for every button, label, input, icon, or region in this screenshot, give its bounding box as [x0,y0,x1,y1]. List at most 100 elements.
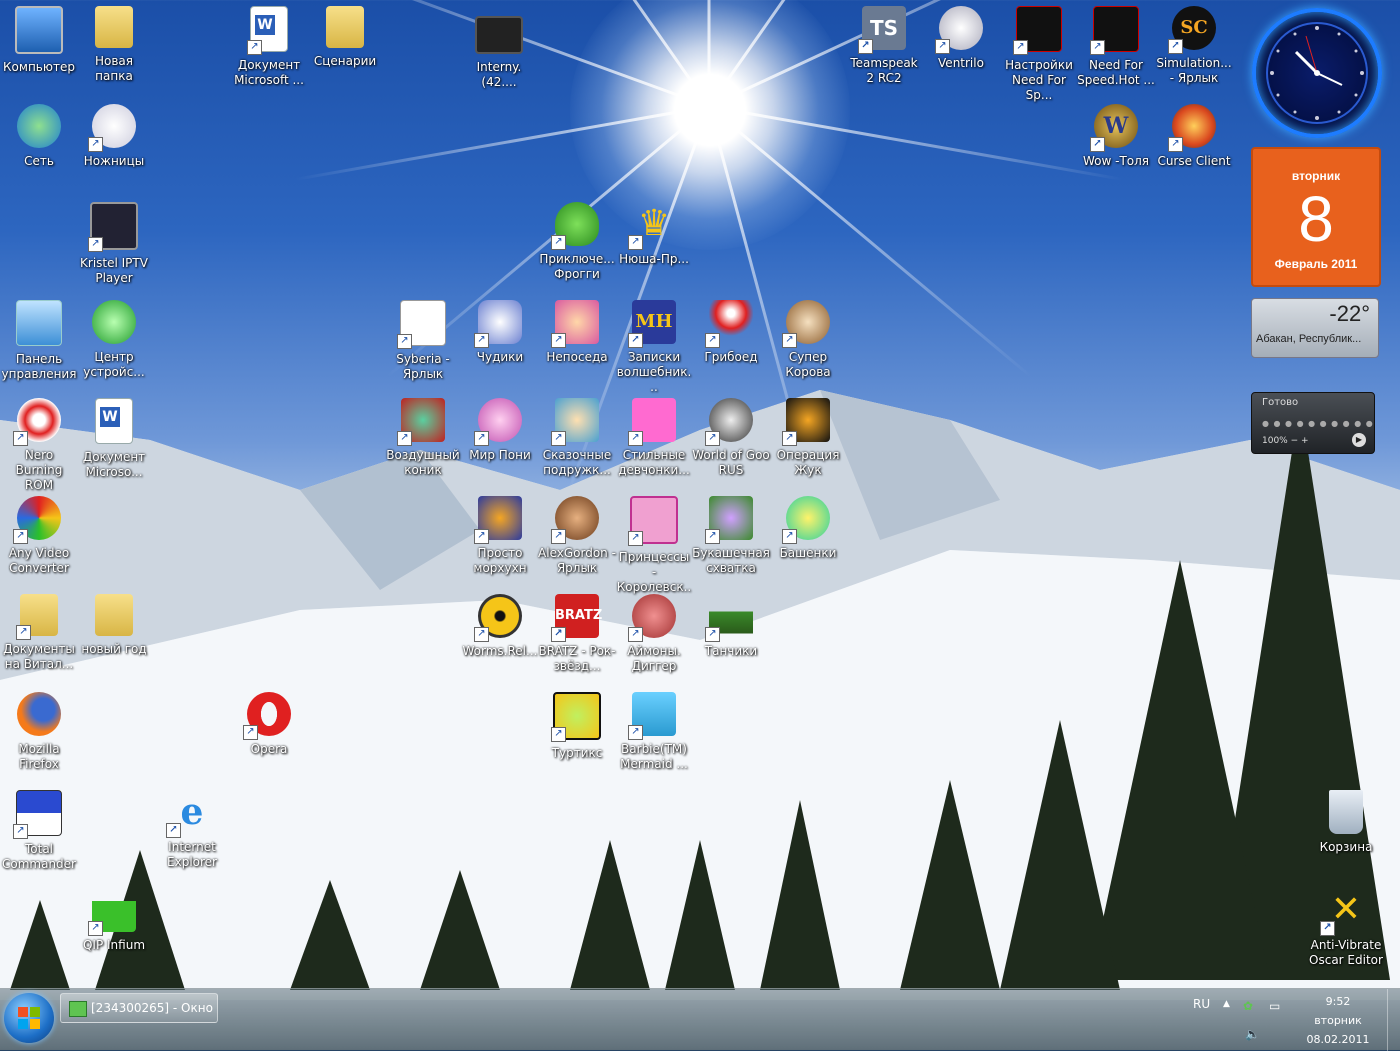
desktop-icon-documents[interactable]: ↗ Документы на Витал... [0,594,78,672]
tray-clock[interactable]: 9:52 вторник 08.02.2011 [1297,992,1379,1049]
media-player-gadget[interactable]: Готово ● ● ● ● ● ● ● ● ● ● 100% − + ▶ [1251,392,1375,454]
tray-app-icon[interactable]: ✿ [1243,999,1253,1013]
desktop-icon-curse[interactable]: ↗ Curse Client [1155,104,1233,169]
icon-label: Mozilla Firefox [18,742,60,771]
icon-label: Need For Speed.Hot ... [1077,58,1155,87]
taskbar-window-button[interactable]: [234300265] - Окно с... [60,993,218,1023]
desktop-icon-nyusha[interactable]: ♛ ↗ Нюша-Пр... [615,202,693,267]
desktop-icon-control-panel[interactable]: Панель управления [0,300,78,382]
desktop-icon-center[interactable]: Центр устройс... [75,300,153,380]
word-document-icon [95,398,133,444]
desktop-icon-pony[interactable]: ↗ Мир Пони [461,398,539,463]
desktop-icon-fairy[interactable]: ↗ Сказочные подружк... [538,398,616,478]
icon-label: Ventrilo [938,56,984,70]
icon-label: Opera [250,742,288,756]
desktop-icon-aimon[interactable]: ↗ Аймоны. Диггер [615,594,693,674]
desktop-icon-teamspeak[interactable]: TS ↗ Teamspeak 2 RC2 [845,6,923,86]
tower-icon: ↗ [782,496,830,544]
player-status: Готово [1262,397,1299,408]
desktop-icon-anti-vibrate[interactable]: ✕ ↗ Anti-Vibrate Oscar Editor [1307,888,1385,968]
desktop-icon-wow[interactable]: W ↗ Wow -Толя [1077,104,1155,169]
desktop-icon-neposeda[interactable]: ↗ Непоседа [538,300,616,365]
icon-label: Панель управления [1,352,77,381]
icon-label: Непоседа [546,350,608,364]
icon-label: Документы на Витал... [3,642,75,671]
icon-label: Приключе... Фрогги [539,252,615,281]
desktop-icon-ie[interactable]: e ↗ Internet Explorer [153,790,231,870]
show-hidden-icons-icon[interactable]: ▲ [1223,999,1230,1009]
icon-label: Записки волшебник... [616,350,692,394]
desktop-icon-barbie[interactable]: ↗ Barbie(TM) Mermaid ... [615,692,693,772]
desktop-icon-syberia[interactable]: ↗ Syberia - Ярлык [384,300,462,382]
desktop-icon-recycle-bin[interactable]: Корзина [1307,790,1385,855]
desktop-icon-new-year[interactable]: новый год [75,594,153,657]
show-desktop-button[interactable] [1387,989,1400,1051]
player-volume[interactable]: 100% − + [1262,436,1309,446]
desktop-icon-girls[interactable]: ↗ Стильные девчонки... [615,398,693,478]
floppy-disk-icon: ↗ [13,790,62,839]
icon-label: Teamspeak 2 RC2 [850,56,918,85]
desktop-icon-opera[interactable]: ↗ Opera [230,692,308,757]
desktop-icon-worms[interactable]: ↗ Worms.Rel... [461,594,539,659]
tv-monitor-icon: ↗ [88,202,138,252]
icon-label: Нюша-Пр... [619,252,689,266]
desktop-icon-world-of-goo[interactable]: ↗ World of Goo RUS [692,398,770,478]
desktop-icon-froggy[interactable]: ↗ Приключе... Фрогги [538,202,616,282]
desktop-icon-griboed[interactable]: ↗ Грибоед [692,300,770,365]
desktop-icon-chudiki[interactable]: ↗ Чудики [461,300,539,365]
desktop-icon-super-cow[interactable]: ↗ Супер Корова [769,300,847,380]
icon-label: Total Commander [2,842,76,871]
desktop-icon-qip[interactable]: ↗ QIP Infium [75,888,153,953]
desktop-icon-zapiski[interactable]: MH ↗ Записки волшебник... [615,300,693,395]
desktop-icon-document-2[interactable]: Документ Microso... [75,398,153,480]
desktop-icon-firefox[interactable]: Mozilla Firefox [0,692,78,772]
desktop-icon-princess[interactable]: ↗ Принцессы - Королевск... [615,496,693,610]
desktop-icon-computer[interactable]: Компьютер [0,6,78,75]
desktop-icon-turtix[interactable]: ↗ Туртикс [538,692,616,761]
tray-date: 08.02.2011 [1306,1033,1370,1046]
folder-icon [95,6,133,48]
desktop-icon-network[interactable]: Сеть [0,104,78,169]
desktop-icon-interny[interactable]: Interny.(42.... [460,6,538,90]
desktop-icon-nfs-hot[interactable]: ↗ Need For Speed.Hot ... [1077,6,1155,88]
desktop-icon-beetle-op[interactable]: ↗ Операция Жук [769,398,847,478]
icon-label: Any Video Converter [8,546,70,575]
play-icon[interactable]: ▶ [1352,433,1366,447]
desktop-icon-scenarios[interactable]: Сценарии [306,6,384,69]
desktop-icon-any-video[interactable]: ↗ Any Video Converter [0,496,78,576]
desktop-icon-balloon-horse[interactable]: ↗ Воздушный коник [384,398,462,478]
recycle-bin-icon [1329,790,1363,834]
icon-label: Центр устройс... [83,350,145,379]
weather-gadget[interactable]: -22° Абакан, Республик... [1251,298,1379,358]
scissors-icon: ↗ [88,104,136,152]
icon-label: Curse Client [1157,154,1231,168]
desktop-icon-bratz[interactable]: BRATZ ↗ BRATZ - Рок-звёзд... [538,594,616,674]
tray-weekday: вторник [1314,1014,1362,1027]
desktop-icon-ventrilo[interactable]: ↗ Ventrilo [922,6,1000,71]
clock-gadget[interactable] [1252,8,1382,138]
icon-label: Ножницы [83,154,145,168]
qip-icon: ↗ [88,888,136,936]
speaker-icon[interactable]: 🔈 [1245,1027,1260,1041]
desktop-icon-towers[interactable]: ↗ Башенки [769,496,847,561]
network-icon[interactable]: ▭ [1269,999,1280,1013]
desktop-icon-alexgordon[interactable]: ↗ AlexGordon - Ярлык [538,496,616,576]
desktop-icon-kristel[interactable]: ↗ Kristel IPTV Player [75,202,153,286]
desktop-icon-morhuhn[interactable]: ↗ Просто морхухн [461,496,539,576]
desktop-icon-new-folder[interactable]: Новая папка [75,6,153,84]
language-indicator[interactable]: RU [1193,997,1210,1011]
desktop-icon-document[interactable]: ↗ Документ Microsoft ... [230,6,308,88]
desktop-icon-simulation[interactable]: SC ↗ Simulation... - Ярлык [1155,6,1233,86]
desktop-icon-bug-fight[interactable]: ↗ Букашечная схватка [692,496,770,576]
start-button[interactable] [4,993,54,1043]
icon-label: Танчики [704,644,758,658]
desktop-icon-total-commander[interactable]: ↗ Total Commander [0,790,78,872]
desktop-icon-scissors[interactable]: ↗ Ножницы [75,104,153,169]
desktop-icon-nfs-settings[interactable]: ↗ Настройки Need For Sp... [1000,6,1078,103]
calendar-gadget[interactable]: вторник 8 Февраль 2011 [1251,147,1381,287]
icon-label: Simulation... - Ярлык [1156,56,1232,85]
clock-face [1266,22,1368,124]
desktop-icon-nero[interactable]: ↗ Nero Burning ROM [0,398,78,493]
icon-label: Настройки Need For Sp... [1005,58,1073,102]
desktop-icon-tanks[interactable]: ↗ Танчики [692,594,770,659]
